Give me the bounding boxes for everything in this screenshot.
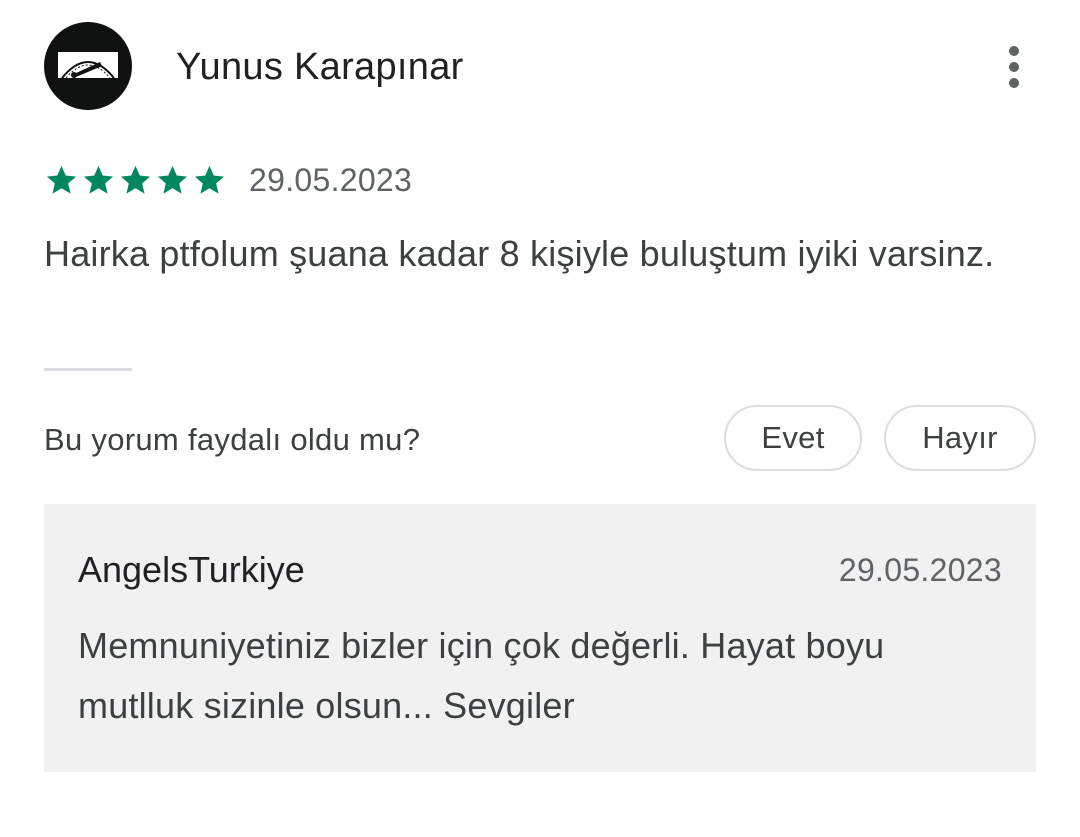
star-icon (192, 163, 227, 198)
helpful-yes-button[interactable]: Evet (724, 405, 862, 471)
reply-date: 29.05.2023 (838, 552, 1002, 588)
helpful-no-button[interactable]: Hayır (884, 405, 1036, 471)
rating-row: 29.05.2023 (44, 158, 412, 202)
profile-logo-icon (50, 52, 126, 79)
avatar[interactable] (44, 22, 132, 110)
star-icon (44, 163, 79, 198)
review-date: 29.05.2023 (249, 161, 413, 198)
helpful-question: Bu yorum faydalı oldu mu? (44, 422, 421, 457)
divider (44, 368, 132, 371)
star-icon (118, 163, 153, 198)
reply-author-name: AngelsTurkiye (78, 549, 305, 590)
review-card: Yunus Karapınar 29.05.2023 Hairka ptfolu… (0, 0, 1080, 837)
developer-reply: AngelsTurkiye 29.05.2023 Memnuniyetiniz … (44, 504, 1036, 772)
review-text: Hairka ptfolum şuana kadar 8 kişiyle bul… (44, 233, 995, 274)
star-icon (81, 163, 116, 198)
review-author-name: Yunus Karapınar (176, 46, 464, 88)
reply-text: Memnuniyetiniz bizler için çok değerli. … (78, 625, 885, 726)
more-options-icon[interactable] (996, 40, 1032, 94)
star-icon (155, 163, 190, 198)
star-rating (44, 163, 227, 198)
